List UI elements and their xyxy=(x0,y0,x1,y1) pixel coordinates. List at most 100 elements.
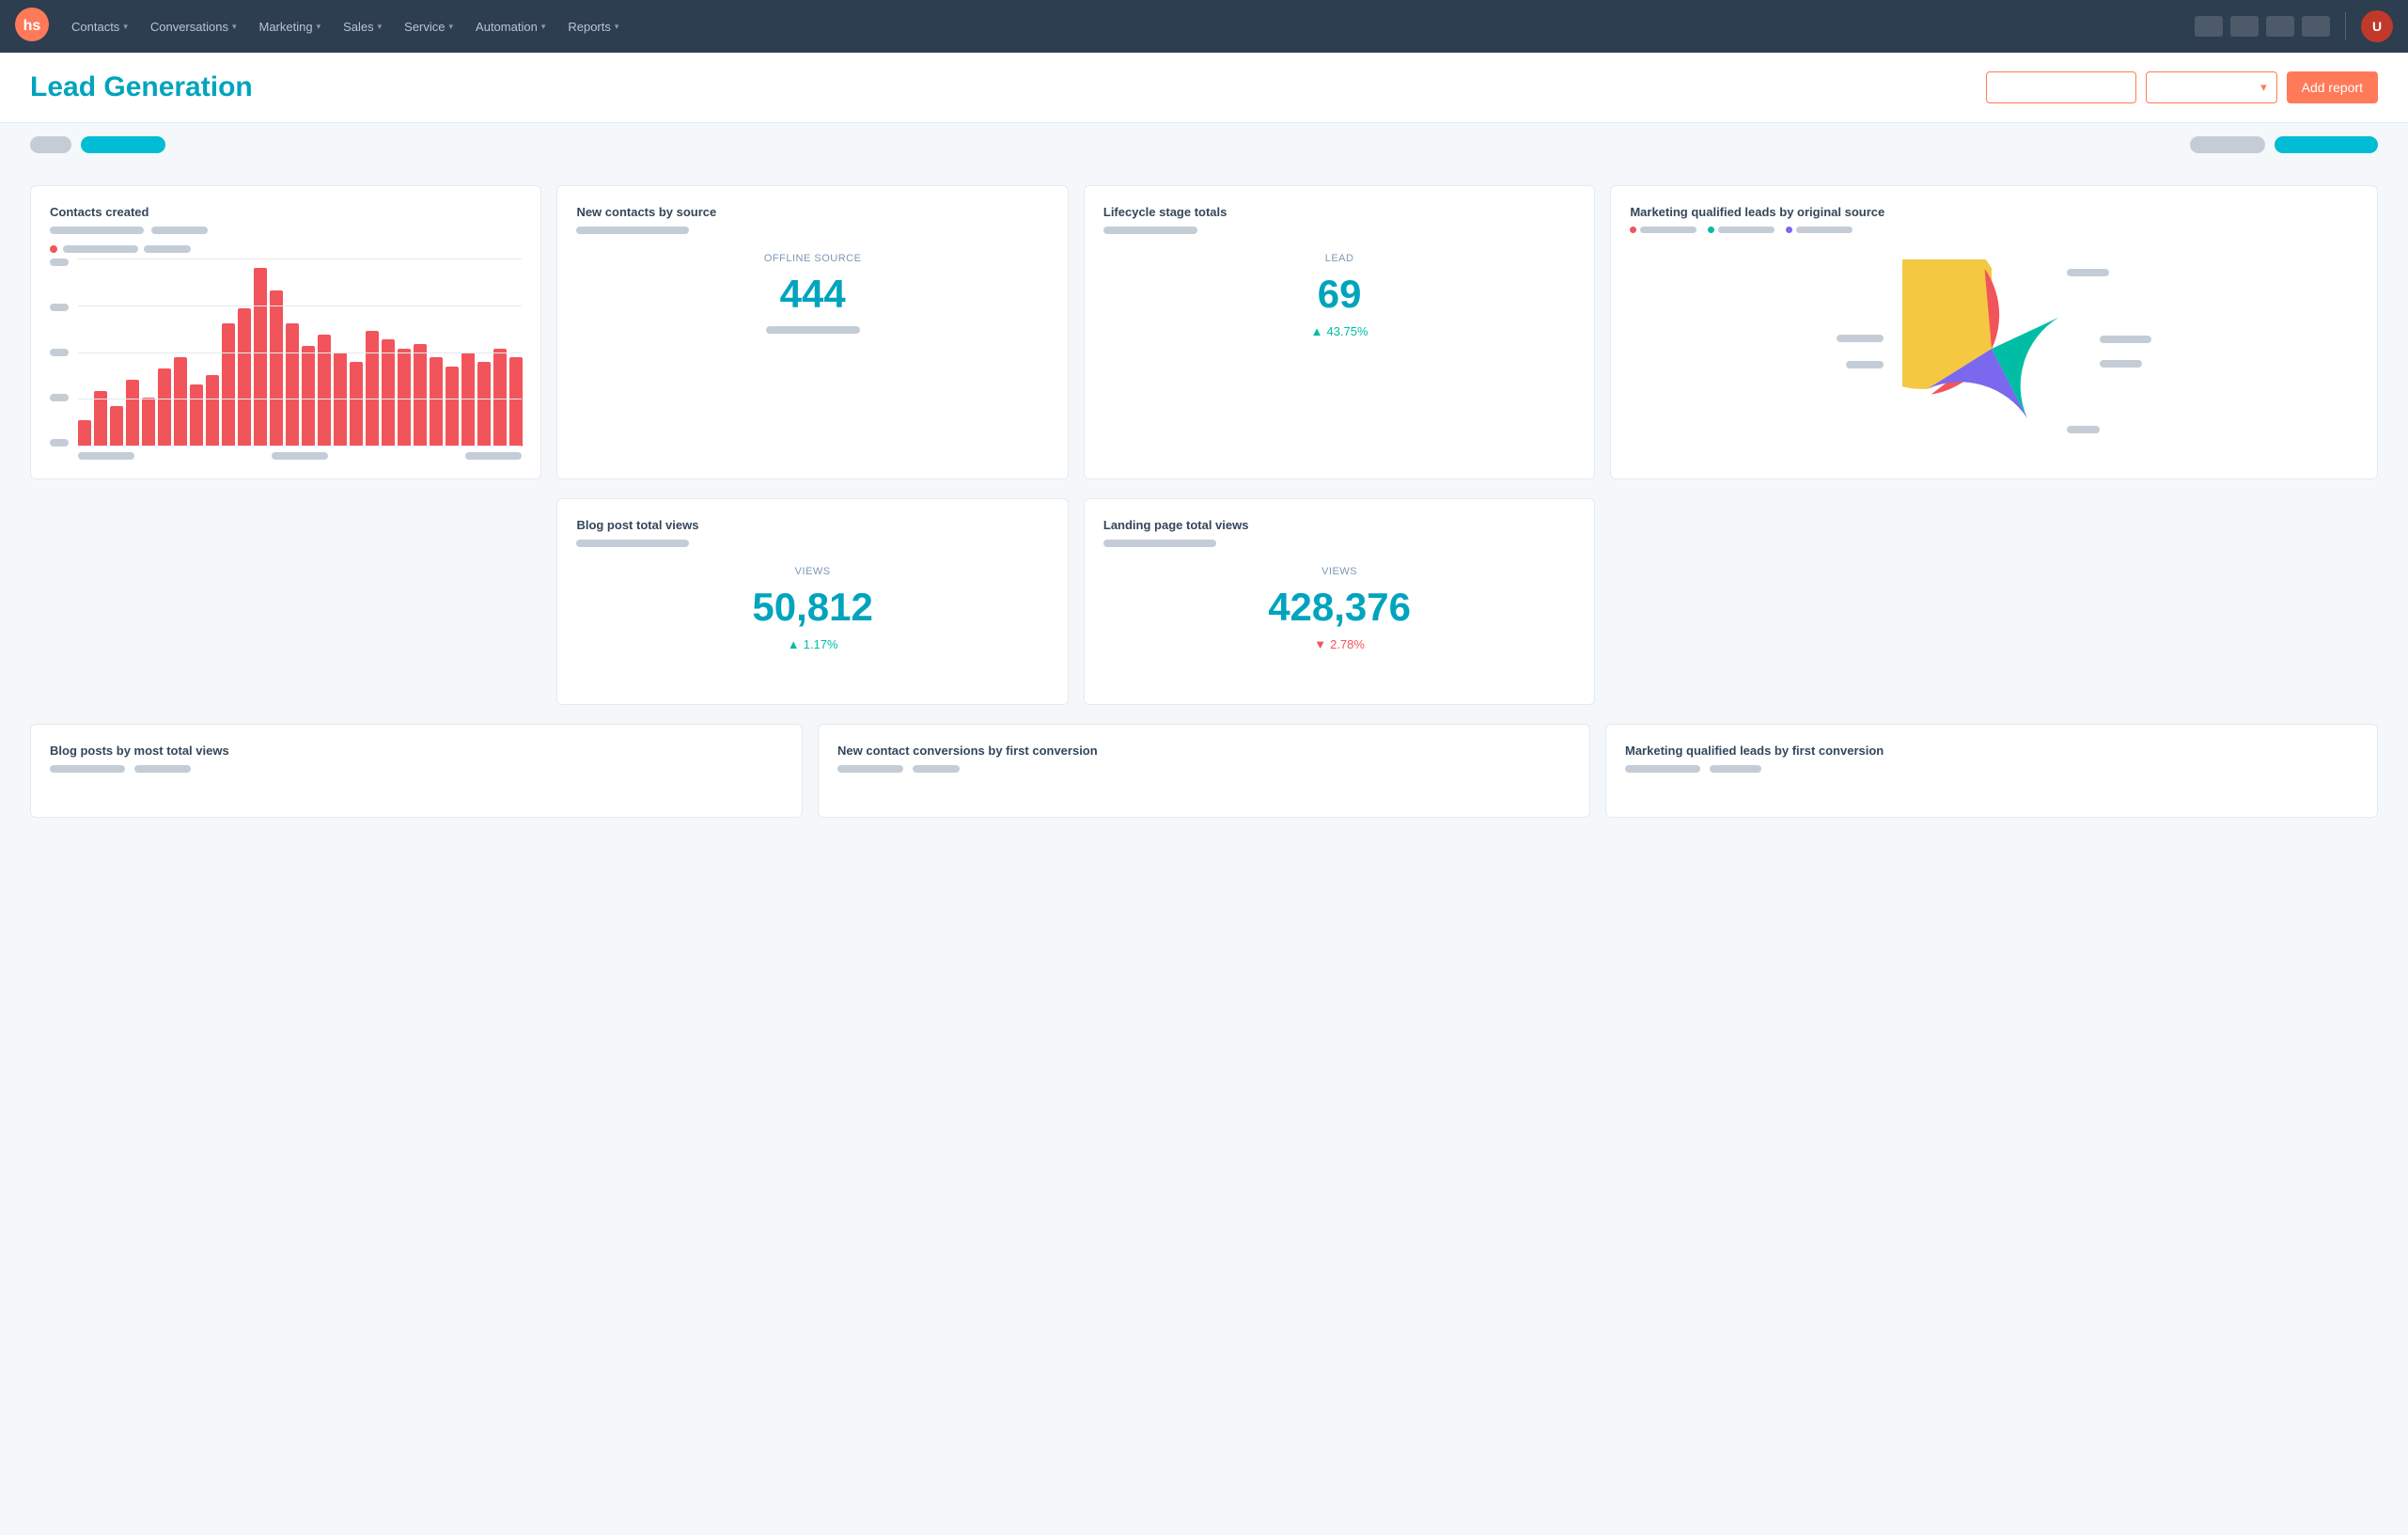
nav-icon-btn-1[interactable] xyxy=(2195,16,2223,37)
legend-bar-2 xyxy=(144,245,191,253)
chart-bar xyxy=(270,290,283,446)
nav-icon-btn-3[interactable] xyxy=(2266,16,2294,37)
pie-legend-item-3 xyxy=(1786,227,1853,233)
landing-views-title: Landing page total views xyxy=(1103,518,1575,532)
contacts-created-title: Contacts created xyxy=(50,205,522,219)
blog-most-views-title: Blog posts by most total views xyxy=(50,744,783,758)
offline-source-value: 444 xyxy=(576,272,1048,317)
lifecycle-title: Lifecycle stage totals xyxy=(1103,205,1575,219)
lead-label: LEAD xyxy=(1103,253,1575,264)
landing-page-views-card: Landing page total views VIEWS 428,376 ▼… xyxy=(1084,498,1595,705)
dashboard: Contacts created xyxy=(0,166,2408,848)
card-bar xyxy=(1103,227,1197,234)
chart-bar xyxy=(190,384,203,447)
chart-bar xyxy=(461,352,475,446)
bottom-bars-3 xyxy=(1625,765,2358,773)
header-actions: ▾ Add report xyxy=(1986,71,2378,103)
nav-item-reports[interactable]: Reports ▾ xyxy=(558,14,628,39)
filter-pill-teal-right[interactable] xyxy=(2275,136,2378,153)
new-contacts-by-source-card: New contacts by source OFFLINE SOURCE 44… xyxy=(556,185,1068,479)
y-axis-labels xyxy=(50,258,69,446)
nav-items: Contacts ▾ Conversations ▾ Marketing ▾ S… xyxy=(62,14,2195,39)
views-label-2: VIEWS xyxy=(1103,566,1575,577)
chart-bar xyxy=(286,323,299,446)
x-axis-labels xyxy=(78,452,522,460)
mql-by-source-card: Marketing qualified leads by original so… xyxy=(1610,185,2378,479)
chart-bar xyxy=(382,339,395,446)
pie-left-label-2 xyxy=(1846,361,1884,368)
bottom-bar-a xyxy=(50,765,125,773)
pie-right-label-1 xyxy=(2100,336,2151,343)
avatar[interactable]: U xyxy=(2361,10,2393,42)
lifecycle-change: ▲ 43.75% xyxy=(1103,324,1575,338)
pie-legend xyxy=(1630,227,2358,233)
pie-dot-teal xyxy=(1708,227,1714,233)
bar-chart xyxy=(78,258,522,446)
chart-bar xyxy=(334,352,347,446)
pie-right-labels xyxy=(2100,336,2151,368)
offline-source-label: OFFLINE SOURCE xyxy=(576,253,1048,264)
nav-item-automation[interactable]: Automation ▾ xyxy=(466,14,555,39)
contact-conversions-title: New contact conversions by first convers… xyxy=(837,744,1571,758)
pie-bottom-label xyxy=(2067,426,2100,433)
chevron-down-icon: ▾ xyxy=(378,22,383,32)
nav-item-conversations[interactable]: Conversations ▾ xyxy=(141,14,246,39)
nav-item-sales[interactable]: Sales ▾ xyxy=(334,14,391,39)
landing-views-change: ▼ 2.78% xyxy=(1103,637,1575,651)
pie-legend-item-1 xyxy=(1630,227,1697,233)
mid-row: Blog post total views VIEWS 50,812 ▲ 1.1… xyxy=(30,498,2378,705)
chevron-down-icon: ▾ xyxy=(2260,80,2267,95)
legend-text-bar-2 xyxy=(1718,227,1775,233)
subtitle-bar-1 xyxy=(50,227,144,234)
pie-left-label-1 xyxy=(1837,335,1884,342)
add-report-button[interactable]: Add report xyxy=(2287,71,2378,103)
chart-bar xyxy=(174,357,187,446)
nav-item-service[interactable]: Service ▾ xyxy=(395,14,462,39)
up-arrow-icon: ▲ xyxy=(1311,324,1323,338)
filter-pill-teal[interactable] xyxy=(81,136,165,153)
filter-pill-gray[interactable] xyxy=(30,136,71,153)
chart-bar xyxy=(78,420,91,447)
date-range-input[interactable] xyxy=(1986,71,2136,103)
bottom-bar-c xyxy=(837,765,903,773)
new-contact-conversions-card: New contact conversions by first convers… xyxy=(818,724,1590,818)
nav-item-marketing[interactable]: Marketing ▾ xyxy=(249,14,330,39)
nav-icon-btn-2[interactable] xyxy=(2230,16,2259,37)
chart-bar xyxy=(366,331,379,447)
filter-pill-gray-right[interactable] xyxy=(2190,136,2265,153)
chevron-down-icon: ▾ xyxy=(317,22,321,32)
hubspot-logo[interactable]: hs xyxy=(15,8,49,46)
pie-dot-red xyxy=(1630,227,1636,233)
navbar: hs Contacts ▾ Conversations ▾ Marketing … xyxy=(0,0,2408,53)
chart-bar xyxy=(94,391,107,446)
chevron-down-icon: ▾ xyxy=(615,22,619,32)
top-row: Contacts created xyxy=(30,185,2378,479)
pie-dot-purple xyxy=(1786,227,1792,233)
nav-item-contacts[interactable]: Contacts ▾ xyxy=(62,14,137,39)
card-bar xyxy=(1103,540,1216,547)
blog-views-value: 50,812 xyxy=(576,585,1048,630)
blog-post-views-card: Blog post total views VIEWS 50,812 ▲ 1.1… xyxy=(556,498,1068,705)
chart-bar xyxy=(222,323,235,446)
pie-left-labels xyxy=(1837,335,1884,368)
chart-bar xyxy=(110,406,123,446)
card-bar xyxy=(576,227,689,234)
filter-select[interactable]: ▾ xyxy=(2146,71,2277,103)
blog-views-title: Blog post total views xyxy=(576,518,1048,532)
chevron-down-icon: ▾ xyxy=(123,22,128,32)
filter-right xyxy=(2190,136,2378,153)
subtitle-bar-2 xyxy=(151,227,208,234)
chevron-down-icon: ▾ xyxy=(449,22,454,32)
chevron-down-icon: ▾ xyxy=(541,22,546,32)
nav-right: U xyxy=(2195,10,2393,42)
new-contacts-title: New contacts by source xyxy=(576,205,1048,219)
down-arrow-icon: ▼ xyxy=(1314,637,1326,651)
nav-icon-btn-4[interactable] xyxy=(2302,16,2330,37)
bottom-bar-e xyxy=(1625,765,1700,773)
bottom-bars-2 xyxy=(837,765,1571,773)
chart-bar xyxy=(446,367,459,447)
chart-bar xyxy=(318,335,331,446)
legend-dot xyxy=(50,245,57,253)
blog-posts-most-views-card: Blog posts by most total views xyxy=(30,724,803,818)
contacts-created-card: Contacts created xyxy=(30,185,541,479)
